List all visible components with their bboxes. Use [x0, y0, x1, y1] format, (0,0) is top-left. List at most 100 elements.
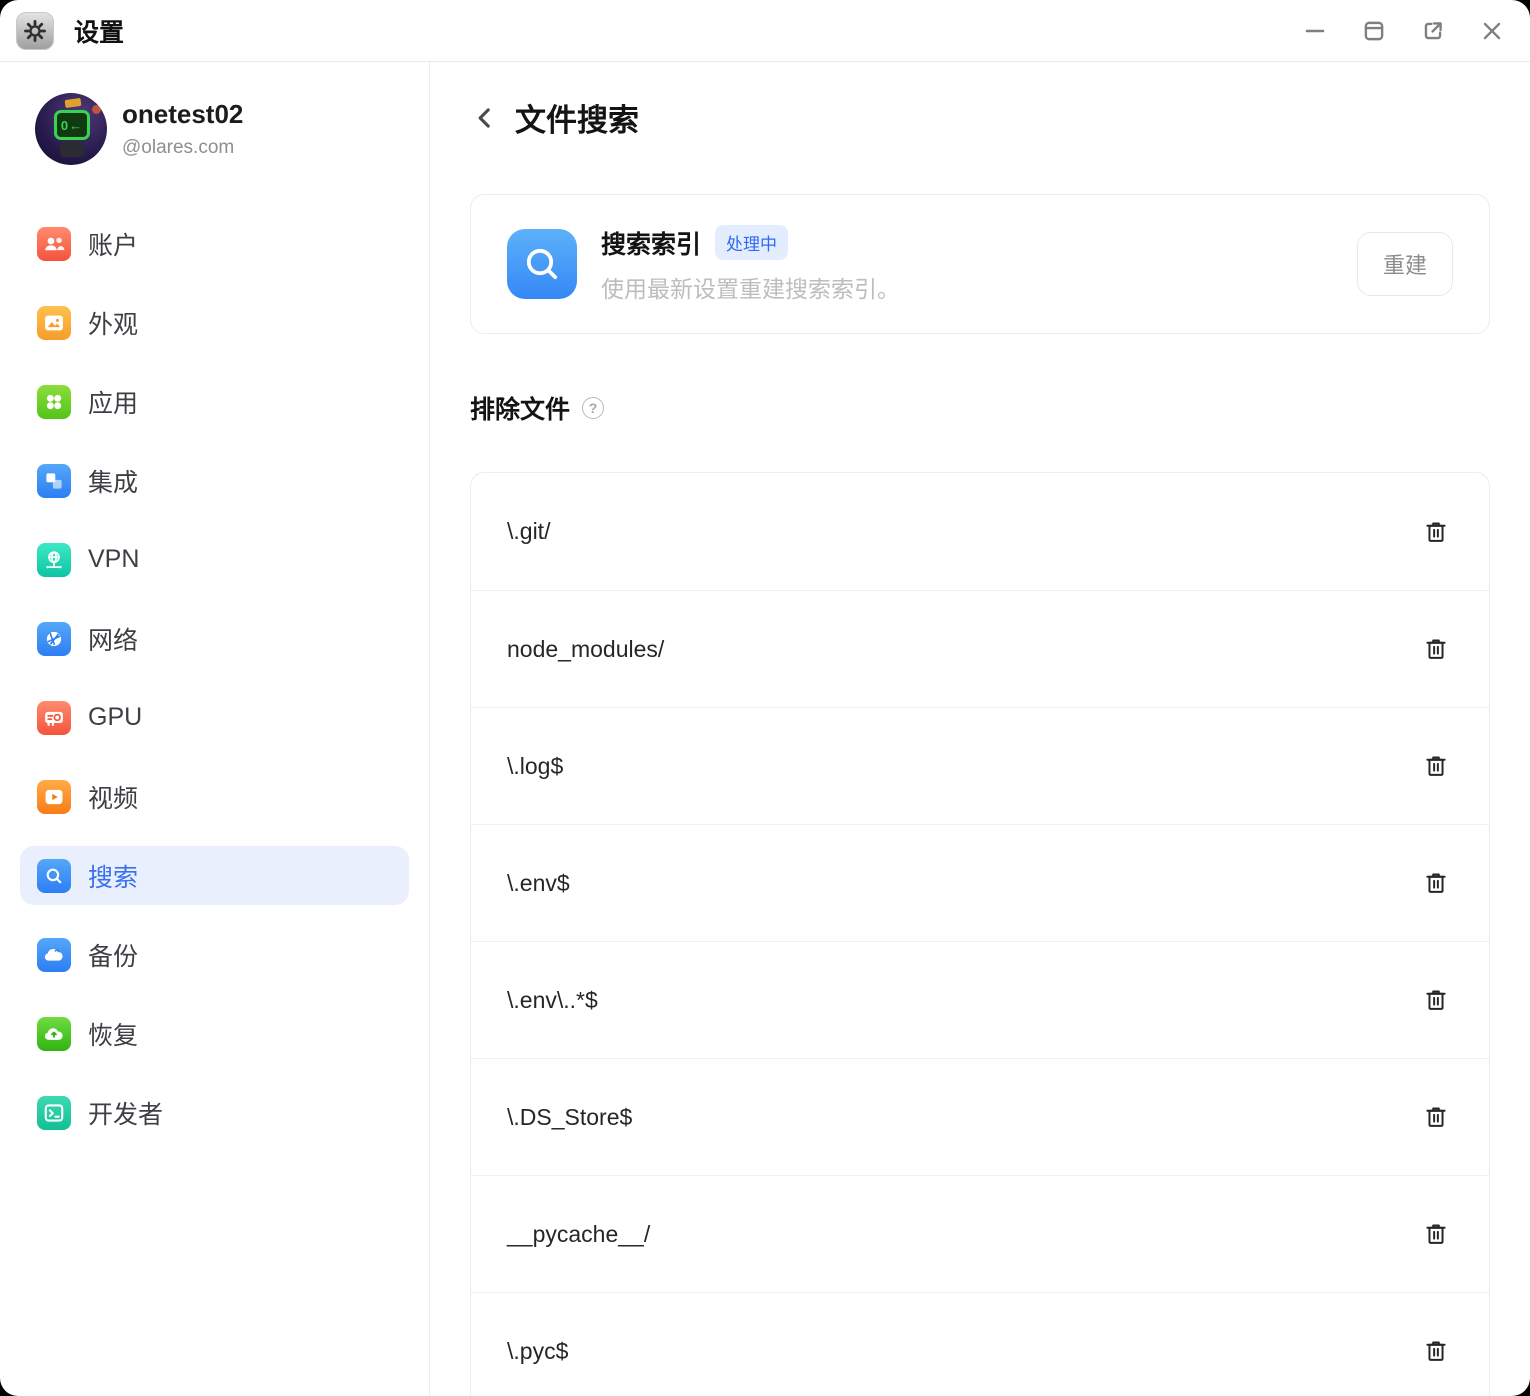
- delete-button[interactable]: [1419, 1100, 1453, 1134]
- sidebar-item-restore[interactable]: 恢复: [20, 1004, 409, 1063]
- search-icon: [37, 859, 71, 893]
- maximize-icon: [1361, 18, 1387, 44]
- sidebar-item-vpn[interactable]: VPN: [20, 530, 409, 589]
- exclude-list-item: \.env\..*$: [471, 941, 1489, 1058]
- exclude-pattern: \.env$: [507, 870, 570, 897]
- sidebar-item-developer[interactable]: 开发者: [20, 1083, 409, 1142]
- exclude-pattern: \.pyc$: [507, 1338, 568, 1365]
- external-link-icon: [1420, 18, 1446, 44]
- sidebar-item-label: 开发者: [88, 1095, 163, 1131]
- exclude-list-item: \.DS_Store$: [471, 1058, 1489, 1175]
- sidebar: 0← onetest02 @olares.com 账户: [0, 62, 430, 1396]
- index-card-title: 搜索索引: [601, 225, 701, 261]
- chevron-left-icon: [472, 103, 498, 133]
- image-icon: [37, 306, 71, 340]
- sidebar-nav: 账户 外观 应用 集成: [0, 214, 429, 1142]
- sidebar-item-label: 搜索: [88, 858, 138, 894]
- rebuild-button[interactable]: 重建: [1357, 232, 1453, 296]
- delete-button[interactable]: [1419, 749, 1453, 783]
- exclude-pattern: \.log$: [507, 753, 563, 780]
- trash-icon: [1422, 635, 1450, 663]
- sidebar-item-search[interactable]: 搜索: [20, 846, 409, 905]
- trash-icon: [1422, 1220, 1450, 1248]
- exclude-pattern: \.git/: [507, 518, 550, 545]
- settings-app-icon: [16, 12, 54, 50]
- page-title: 文件搜索: [515, 95, 639, 140]
- trash-icon: [1422, 518, 1450, 546]
- avatar: 0←: [35, 93, 107, 165]
- titlebar: 设置: [0, 0, 1530, 62]
- exclude-list-item: \.log$: [471, 707, 1489, 824]
- exclude-list-item: node_modules/: [471, 590, 1489, 707]
- profile[interactable]: 0← onetest02 @olares.com: [0, 93, 429, 165]
- sidebar-item-apps[interactable]: 应用: [20, 372, 409, 431]
- video-play-icon: [37, 780, 71, 814]
- help-icon[interactable]: ?: [582, 397, 604, 419]
- trash-icon: [1422, 1103, 1450, 1131]
- users-icon: [37, 227, 71, 261]
- exclude-pattern: \.DS_Store$: [507, 1104, 632, 1131]
- open-in-new-window-button[interactable]: [1419, 17, 1447, 45]
- app-title: 设置: [74, 13, 124, 49]
- exclude-pattern: __pycache__/: [507, 1221, 650, 1248]
- profile-username: onetest02: [122, 99, 243, 130]
- delete-button[interactable]: [1419, 866, 1453, 900]
- delete-button[interactable]: [1419, 983, 1453, 1017]
- exclude-list-item: \.pyc$: [471, 1292, 1489, 1396]
- sidebar-item-label: 恢复: [88, 1016, 138, 1052]
- exclude-pattern: node_modules/: [507, 636, 664, 663]
- sidebar-item-account[interactable]: 账户: [20, 214, 409, 273]
- trash-icon: [1422, 1337, 1450, 1365]
- exclude-pattern: \.env\..*$: [507, 987, 598, 1014]
- trash-icon: [1422, 752, 1450, 780]
- close-icon: [1479, 18, 1505, 44]
- terminal-icon: [37, 1096, 71, 1130]
- profile-handle: @olares.com: [122, 137, 243, 159]
- sidebar-item-label: 账户: [88, 226, 138, 262]
- blocks-icon: [37, 464, 71, 498]
- delete-button[interactable]: [1419, 632, 1453, 666]
- apps-icon: [37, 385, 71, 419]
- cloud-restore-icon: [37, 1017, 71, 1051]
- sidebar-item-backup[interactable]: 备份: [20, 925, 409, 984]
- exclude-list-item: __pycache__/: [471, 1175, 1489, 1292]
- status-badge: 处理中: [715, 225, 788, 260]
- index-card-description: 使用最新设置重建搜索索引。: [601, 270, 1357, 304]
- sidebar-item-label: 集成: [88, 463, 138, 499]
- delete-button[interactable]: [1419, 515, 1453, 549]
- sidebar-item-label: GPU: [88, 703, 142, 732]
- search-index-card: 搜索索引 处理中 使用最新设置重建搜索索引。 重建: [470, 194, 1490, 334]
- network-globe-icon: [37, 622, 71, 656]
- exclude-list-item: \.git/: [471, 473, 1489, 590]
- exclude-list: \.git/ node_modules/ \.log$ \.env$ \.env…: [470, 472, 1490, 1396]
- page-header: 文件搜索: [470, 95, 1490, 140]
- minimize-icon: [1302, 18, 1328, 44]
- minimize-button[interactable]: [1301, 17, 1329, 45]
- settings-window: 设置 0←: [0, 0, 1530, 1396]
- sidebar-item-integration[interactable]: 集成: [20, 451, 409, 510]
- sidebar-item-label: 视频: [88, 779, 138, 815]
- globe-stand-icon: [37, 543, 71, 577]
- delete-button[interactable]: [1419, 1217, 1453, 1251]
- exclude-list-item: \.env$: [471, 824, 1489, 941]
- cloud-icon: [37, 938, 71, 972]
- sidebar-item-label: 备份: [88, 937, 138, 973]
- back-button[interactable]: [470, 101, 500, 135]
- sidebar-item-label: 外观: [88, 305, 138, 341]
- sidebar-item-label: 网络: [88, 621, 138, 657]
- sidebar-item-network[interactable]: 网络: [20, 609, 409, 668]
- trash-icon: [1422, 869, 1450, 897]
- exclude-section-title: 排除文件: [470, 390, 570, 426]
- sidebar-item-video[interactable]: 视频: [20, 767, 409, 826]
- sidebar-item-label: VPN: [88, 545, 139, 574]
- gpu-card-icon: [37, 701, 71, 735]
- main-content: 文件搜索 搜索索引 处理中 使用最新设置重建搜索索引。 重建 排除文件 ?: [430, 62, 1530, 1396]
- trash-icon: [1422, 986, 1450, 1014]
- sidebar-item-gpu[interactable]: GPU: [20, 688, 409, 747]
- delete-button[interactable]: [1419, 1334, 1453, 1368]
- sidebar-item-appearance[interactable]: 外观: [20, 293, 409, 352]
- close-button[interactable]: [1478, 17, 1506, 45]
- search-index-icon: [507, 229, 577, 299]
- sidebar-item-label: 应用: [88, 384, 138, 420]
- maximize-button[interactable]: [1360, 17, 1388, 45]
